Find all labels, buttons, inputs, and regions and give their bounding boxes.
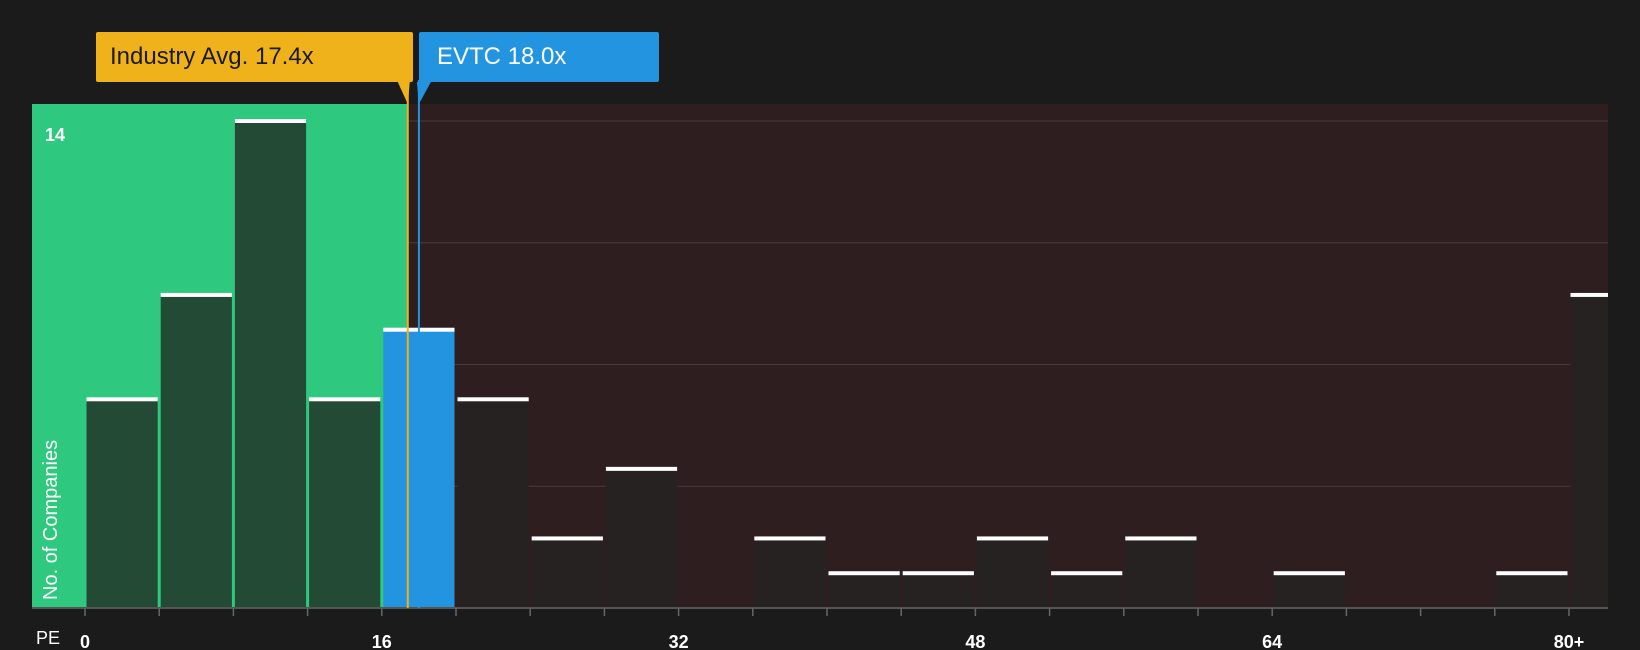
bar-cap bbox=[160, 292, 232, 297]
bar bbox=[1570, 294, 1608, 608]
pe-histogram-chart: 0 16 32 48 64 80+ bbox=[32, 80, 1608, 650]
bar bbox=[605, 468, 678, 608]
bar bbox=[1125, 538, 1197, 608]
company-pe-callout: EVTC 18.0x bbox=[419, 32, 659, 82]
x-axis-label: PE bbox=[36, 628, 61, 648]
bar bbox=[976, 538, 1049, 608]
bar-cap bbox=[976, 536, 1049, 541]
bar-cap bbox=[1273, 571, 1345, 576]
x-tick-label: 80+ bbox=[1554, 632, 1585, 650]
bar-cap bbox=[1570, 292, 1608, 297]
bar bbox=[1051, 573, 1123, 608]
bar bbox=[531, 538, 603, 608]
bar-cap bbox=[86, 397, 158, 402]
industry-average-label: Industry Avg. 17.4x bbox=[110, 43, 314, 70]
industry-average-callout: Industry Avg. 17.4x bbox=[96, 32, 413, 82]
company-callout-pointer bbox=[416, 82, 431, 104]
bar bbox=[309, 399, 381, 608]
y-axis-label: No. of Companies bbox=[40, 439, 62, 600]
bar-cap bbox=[531, 536, 603, 541]
bar-cap bbox=[457, 397, 529, 402]
x-tick-label: 0 bbox=[80, 632, 90, 650]
bar-cap bbox=[605, 466, 678, 471]
bar bbox=[86, 399, 158, 608]
bar-cap bbox=[1496, 571, 1568, 576]
x-tick-label: 32 bbox=[669, 632, 689, 650]
bar bbox=[902, 573, 974, 608]
bar bbox=[234, 121, 307, 608]
bar bbox=[160, 294, 232, 608]
bar-cap bbox=[1051, 571, 1123, 576]
x-tick-label: 64 bbox=[1262, 632, 1282, 650]
company-pe-label: EVTC 18.0x bbox=[437, 43, 567, 70]
bar bbox=[457, 399, 529, 608]
bar bbox=[1496, 573, 1568, 608]
x-tick-label: 16 bbox=[372, 632, 392, 650]
bar-cap bbox=[754, 536, 826, 541]
bar bbox=[828, 573, 900, 608]
bar-cap bbox=[1125, 536, 1197, 541]
x-tick-label: 48 bbox=[965, 632, 985, 650]
y-tick-label-max: 14 bbox=[45, 125, 66, 145]
overvalued-zone bbox=[407, 104, 1608, 608]
bar-cap bbox=[828, 571, 900, 576]
bar bbox=[754, 538, 826, 608]
bar-cap bbox=[234, 119, 307, 123]
bar bbox=[1273, 573, 1345, 608]
bar-cap bbox=[309, 397, 381, 402]
industry-callout-pointer bbox=[397, 82, 410, 104]
bar-cap bbox=[902, 571, 974, 576]
